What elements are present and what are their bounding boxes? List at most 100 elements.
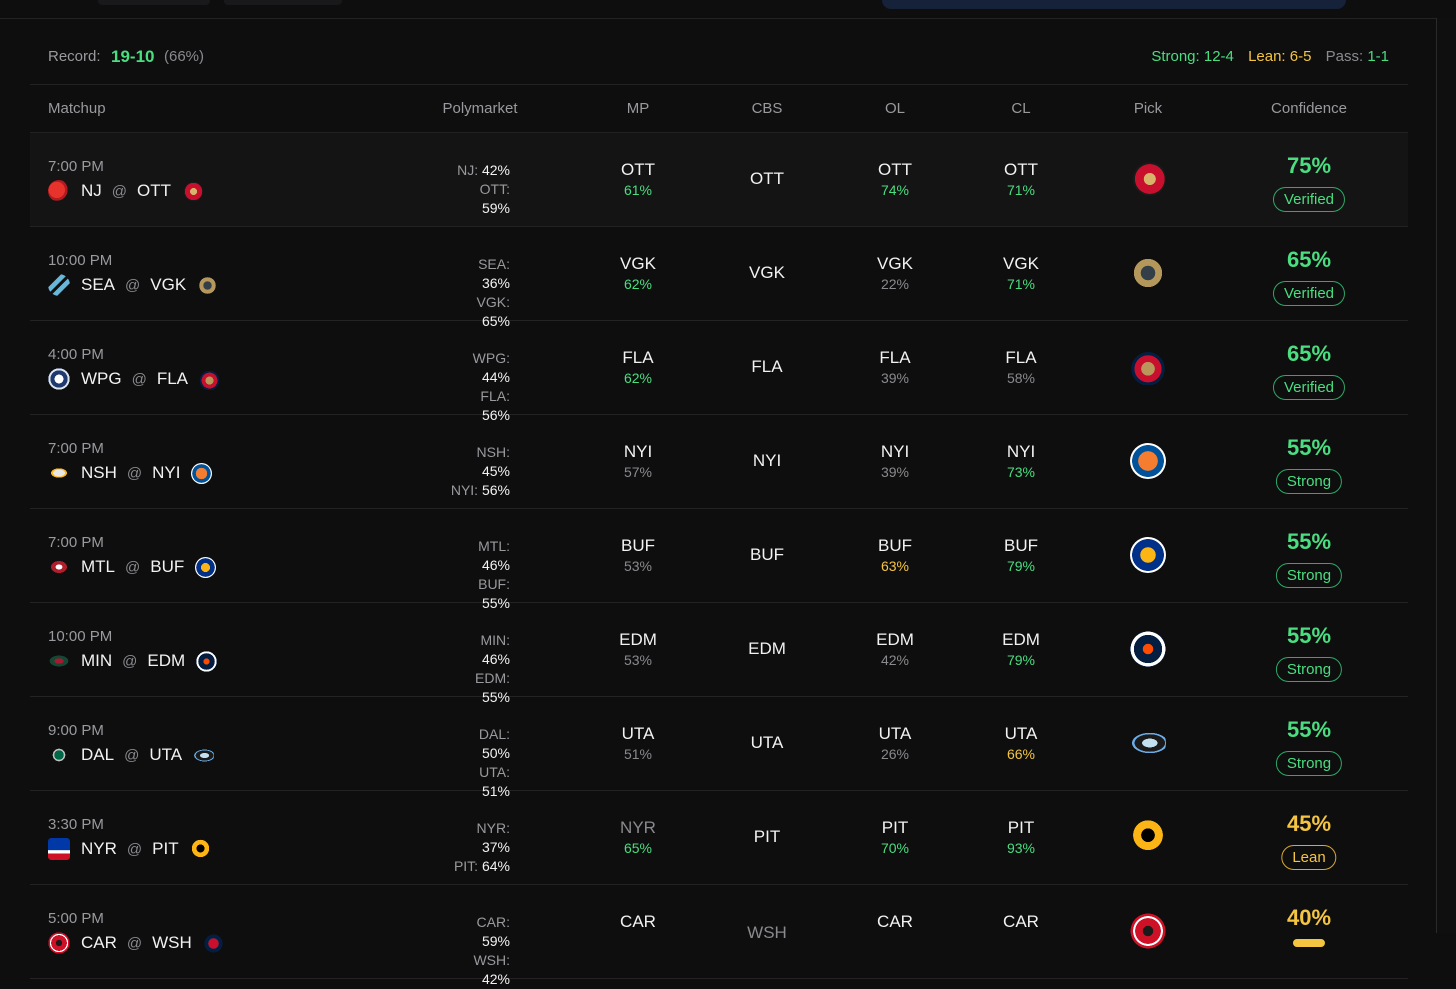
- at-separator: @: [126, 464, 143, 482]
- pick-islanders-logo-icon: [1130, 443, 1166, 479]
- column-header-pick[interactable]: Pick: [1134, 100, 1162, 117]
- stars-logo-icon: [48, 744, 70, 766]
- poly-home-label: UTA:: [479, 764, 510, 780]
- confidence-badge: Verified: [1272, 187, 1346, 212]
- cbs-cell: FLA: [751, 357, 782, 377]
- mp-cell: EDM 53%: [619, 630, 657, 670]
- table-row[interactable]: 4:00 PM WPG @ FLA WPG: 44% FLA: 56% FLA …: [30, 321, 1408, 423]
- table-row[interactable]: 7:00 PM NJ @ OTT NJ: 42% OTT: 59% OTT 61…: [30, 133, 1408, 227]
- polymarket-odds: CAR: 59% WSH: 42%: [450, 913, 510, 989]
- cl-pick: NYI: [1006, 442, 1036, 461]
- search-bar[interactable]: [882, 0, 1346, 9]
- column-header-cbs[interactable]: CBS: [752, 100, 783, 117]
- poly-home-label: EDM:: [475, 670, 510, 686]
- cl-cell: VGK 71%: [1003, 254, 1039, 294]
- matchup[interactable]: DAL @ UTA: [48, 744, 215, 766]
- poly-home-value: 59%: [481, 200, 510, 216]
- mp-cell: UTA 51%: [622, 724, 655, 764]
- table-row[interactable]: 5:00 PM CAR @ WSH CAR: 59% WSH: 42% CAR …: [30, 885, 1408, 987]
- confidence-value: 55%: [1286, 529, 1332, 554]
- matchup[interactable]: NYR @ PIT: [48, 838, 211, 860]
- poly-home-value: 56%: [481, 482, 510, 498]
- away-team: DAL: [81, 745, 115, 764]
- cl-cell: UTA 66%: [1005, 724, 1038, 764]
- table-row[interactable]: 9:00 PM DAL @ UTA DAL: 50% UTA: 51% UTA …: [30, 697, 1408, 799]
- table-row[interactable]: 10:00 PM SEA @ VGK SEA: 36% VGK: 65% VGK…: [30, 227, 1408, 329]
- record-percentage: (66%): [164, 48, 205, 65]
- cl-cell: CAR: [1003, 912, 1039, 932]
- cbs-cell: PIT: [754, 827, 780, 847]
- kraken-logo-icon: [48, 274, 70, 296]
- matchup[interactable]: NJ @ OTT: [48, 180, 204, 202]
- column-header-ol[interactable]: OL: [885, 100, 905, 117]
- nav-tab[interactable]: [98, 0, 210, 5]
- matchup[interactable]: WPG @ FLA: [48, 368, 221, 390]
- pick-utah-logo-icon: [1130, 725, 1166, 761]
- mp-pct: 65%: [623, 840, 653, 856]
- mp-pick: FLA: [622, 348, 654, 367]
- at-separator: @: [125, 558, 141, 576]
- pick-panthers-logo-icon: [1130, 349, 1166, 385]
- cl-pick: OTT: [1004, 160, 1038, 179]
- table-row[interactable]: 10:00 PM MIN @ EDM MIN: 46% EDM: 55% EDM…: [30, 603, 1408, 705]
- polymarket-odds: WPG: 44% FLA: 56%: [450, 349, 510, 425]
- ol-pct: 70%: [880, 840, 910, 856]
- column-header-cl[interactable]: CL: [1011, 100, 1030, 117]
- column-header-confidence[interactable]: Confidence: [1271, 100, 1347, 117]
- matchup[interactable]: NSH @ NYI: [48, 462, 213, 484]
- ol-pick: NYI: [880, 442, 910, 461]
- at-separator: @: [126, 934, 143, 952]
- matchup[interactable]: MTL @ BUF: [48, 556, 217, 578]
- matchup[interactable]: SEA @ VGK: [48, 274, 219, 296]
- utah-logo-icon: [193, 744, 215, 766]
- top-nav-bar: [0, 0, 1456, 19]
- confidence-badge: Strong: [1275, 563, 1343, 588]
- mp-pick: NYI: [623, 442, 653, 461]
- pass-label: Pass:: [1325, 48, 1364, 65]
- nav-tab[interactable]: [224, 0, 342, 5]
- pick-senators-logo-icon: [1130, 161, 1166, 197]
- cl-cell: NYI 73%: [1007, 442, 1035, 482]
- cbs-pick: BUF: [750, 545, 784, 564]
- column-header-mp[interactable]: MP: [627, 100, 650, 117]
- game-time: 5:00 PM: [48, 910, 104, 927]
- confidence-cell: 65% Verified: [1272, 340, 1346, 400]
- confidence-value: 55%: [1286, 623, 1332, 648]
- table-row[interactable]: 7:00 PM NSH @ NYI NSH: 45% NYI: 56% NYI …: [30, 415, 1408, 509]
- matchup[interactable]: MIN @ EDM: [48, 650, 218, 672]
- mp-pct: 62%: [623, 370, 653, 386]
- mp-cell: BUF 53%: [621, 536, 655, 576]
- confidence-value: 65%: [1286, 341, 1332, 366]
- table-row[interactable]: 7:00 PM MTL @ BUF MTL: 46% BUF: 55% BUF …: [30, 509, 1408, 611]
- poly-home-label: PIT:: [453, 858, 479, 874]
- home-team: PIT: [152, 839, 179, 858]
- column-header-matchup[interactable]: Matchup: [48, 100, 106, 117]
- ol-pick: UTA: [878, 724, 912, 743]
- table-row[interactable]: 3:30 PM NYR @ PIT NYR: 37% PIT: 64% NYR …: [30, 791, 1408, 885]
- column-header-polymarket[interactable]: Polymarket: [442, 100, 517, 117]
- pass-record: 1-1: [1367, 48, 1389, 65]
- away-team: CAR: [81, 933, 117, 952]
- poly-home-label: NYI:: [450, 482, 479, 498]
- mp-pct: 53%: [623, 558, 653, 574]
- confidence-cell: 75% Verified: [1272, 152, 1346, 212]
- poly-away-value: 50%: [481, 745, 510, 761]
- mp-pct: 53%: [623, 652, 653, 668]
- confidence-badge: Verified: [1272, 281, 1346, 306]
- ol-pct: 74%: [880, 182, 910, 198]
- matchup[interactable]: CAR @ WSH: [48, 932, 224, 954]
- cbs-pick: WSH: [747, 923, 787, 942]
- mp-pick: OTT: [621, 160, 655, 179]
- ol-pick: BUF: [878, 536, 912, 555]
- strong-record: Strong: 12-4: [1151, 48, 1234, 65]
- games-table-body: 7:00 PM NJ @ OTT NJ: 42% OTT: 59% OTT 61…: [30, 133, 1408, 987]
- away-team: MTL: [81, 557, 115, 576]
- cl-pct: 66%: [1006, 746, 1036, 762]
- cbs-pick: UTA: [750, 733, 784, 752]
- poly-home-label: VGK:: [476, 294, 510, 310]
- ol-cell: EDM 42%: [876, 630, 914, 670]
- scrollbar[interactable]: [1436, 18, 1456, 933]
- mp-pick: EDM: [619, 630, 657, 649]
- home-team: EDM: [147, 651, 186, 670]
- home-team: NYI: [152, 463, 181, 482]
